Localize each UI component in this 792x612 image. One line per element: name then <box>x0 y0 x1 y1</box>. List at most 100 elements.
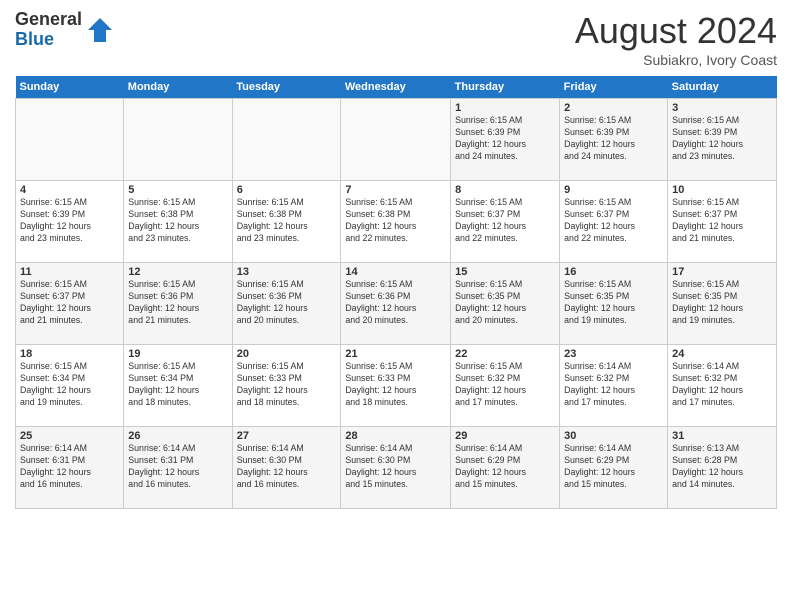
page-header: General Blue August 2024 Subiakro, Ivory… <box>15 10 777 68</box>
day-number: 20 <box>237 348 337 360</box>
day-info: Sunrise: 6:14 AMSunset: 6:32 PMDaylight:… <box>564 361 663 409</box>
table-row <box>232 99 341 181</box>
table-row: 5Sunrise: 6:15 AMSunset: 6:38 PMDaylight… <box>124 181 232 263</box>
day-info: Sunrise: 6:15 AMSunset: 6:36 PMDaylight:… <box>128 279 227 327</box>
day-number: 14 <box>345 266 446 278</box>
day-info: Sunrise: 6:15 AMSunset: 6:39 PMDaylight:… <box>564 115 663 163</box>
day-number: 13 <box>237 266 337 278</box>
table-row: 11Sunrise: 6:15 AMSunset: 6:37 PMDayligh… <box>16 263 124 345</box>
table-row <box>124 99 232 181</box>
calendar-week-row: 1Sunrise: 6:15 AMSunset: 6:39 PMDaylight… <box>16 99 777 181</box>
day-info: Sunrise: 6:15 AMSunset: 6:37 PMDaylight:… <box>20 279 119 327</box>
table-row: 7Sunrise: 6:15 AMSunset: 6:38 PMDaylight… <box>341 181 451 263</box>
header-monday: Monday <box>124 76 232 99</box>
table-row <box>341 99 451 181</box>
table-row: 17Sunrise: 6:15 AMSunset: 6:35 PMDayligh… <box>668 263 777 345</box>
day-info: Sunrise: 6:13 AMSunset: 6:28 PMDaylight:… <box>672 443 772 491</box>
table-row: 30Sunrise: 6:14 AMSunset: 6:29 PMDayligh… <box>560 427 668 509</box>
day-info: Sunrise: 6:15 AMSunset: 6:39 PMDaylight:… <box>672 115 772 163</box>
table-row: 23Sunrise: 6:14 AMSunset: 6:32 PMDayligh… <box>560 345 668 427</box>
title-block: August 2024 Subiakro, Ivory Coast <box>575 10 777 68</box>
logo-blue: Blue <box>15 30 82 50</box>
table-row: 16Sunrise: 6:15 AMSunset: 6:35 PMDayligh… <box>560 263 668 345</box>
header-sunday: Sunday <box>16 76 124 99</box>
day-number: 16 <box>564 266 663 278</box>
month-year: August 2024 <box>575 10 777 52</box>
day-info: Sunrise: 6:14 AMSunset: 6:30 PMDaylight:… <box>237 443 337 491</box>
table-row: 8Sunrise: 6:15 AMSunset: 6:37 PMDaylight… <box>451 181 560 263</box>
table-row: 1Sunrise: 6:15 AMSunset: 6:39 PMDaylight… <box>451 99 560 181</box>
day-number: 9 <box>564 184 663 196</box>
day-info: Sunrise: 6:14 AMSunset: 6:30 PMDaylight:… <box>345 443 446 491</box>
table-row: 29Sunrise: 6:14 AMSunset: 6:29 PMDayligh… <box>451 427 560 509</box>
header-friday: Friday <box>560 76 668 99</box>
table-row: 6Sunrise: 6:15 AMSunset: 6:38 PMDaylight… <box>232 181 341 263</box>
table-row: 15Sunrise: 6:15 AMSunset: 6:35 PMDayligh… <box>451 263 560 345</box>
day-info: Sunrise: 6:15 AMSunset: 6:35 PMDaylight:… <box>564 279 663 327</box>
table-row: 12Sunrise: 6:15 AMSunset: 6:36 PMDayligh… <box>124 263 232 345</box>
day-info: Sunrise: 6:15 AMSunset: 6:36 PMDaylight:… <box>237 279 337 327</box>
day-info: Sunrise: 6:15 AMSunset: 6:38 PMDaylight:… <box>345 197 446 245</box>
day-number: 19 <box>128 348 227 360</box>
day-info: Sunrise: 6:15 AMSunset: 6:34 PMDaylight:… <box>20 361 119 409</box>
table-row: 2Sunrise: 6:15 AMSunset: 6:39 PMDaylight… <box>560 99 668 181</box>
day-number: 28 <box>345 430 446 442</box>
day-number: 24 <box>672 348 772 360</box>
day-number: 23 <box>564 348 663 360</box>
table-row <box>16 99 124 181</box>
table-row: 14Sunrise: 6:15 AMSunset: 6:36 PMDayligh… <box>341 263 451 345</box>
day-info: Sunrise: 6:14 AMSunset: 6:31 PMDaylight:… <box>20 443 119 491</box>
day-number: 8 <box>455 184 555 196</box>
day-number: 21 <box>345 348 446 360</box>
day-number: 26 <box>128 430 227 442</box>
day-number: 6 <box>237 184 337 196</box>
day-info: Sunrise: 6:15 AMSunset: 6:37 PMDaylight:… <box>564 197 663 245</box>
day-number: 5 <box>128 184 227 196</box>
table-row: 31Sunrise: 6:13 AMSunset: 6:28 PMDayligh… <box>668 427 777 509</box>
day-number: 7 <box>345 184 446 196</box>
day-number: 18 <box>20 348 119 360</box>
day-info: Sunrise: 6:14 AMSunset: 6:29 PMDaylight:… <box>455 443 555 491</box>
day-number: 4 <box>20 184 119 196</box>
day-number: 30 <box>564 430 663 442</box>
calendar-week-row: 4Sunrise: 6:15 AMSunset: 6:39 PMDaylight… <box>16 181 777 263</box>
day-number: 25 <box>20 430 119 442</box>
day-number: 1 <box>455 102 555 114</box>
calendar-week-row: 18Sunrise: 6:15 AMSunset: 6:34 PMDayligh… <box>16 345 777 427</box>
day-info: Sunrise: 6:15 AMSunset: 6:38 PMDaylight:… <box>237 197 337 245</box>
page-container: General Blue August 2024 Subiakro, Ivory… <box>0 0 792 514</box>
table-row: 4Sunrise: 6:15 AMSunset: 6:39 PMDaylight… <box>16 181 124 263</box>
day-info: Sunrise: 6:15 AMSunset: 6:39 PMDaylight:… <box>455 115 555 163</box>
table-row: 26Sunrise: 6:14 AMSunset: 6:31 PMDayligh… <box>124 427 232 509</box>
day-info: Sunrise: 6:15 AMSunset: 6:33 PMDaylight:… <box>237 361 337 409</box>
day-number: 22 <box>455 348 555 360</box>
calendar-week-row: 11Sunrise: 6:15 AMSunset: 6:37 PMDayligh… <box>16 263 777 345</box>
day-info: Sunrise: 6:15 AMSunset: 6:35 PMDaylight:… <box>672 279 772 327</box>
day-number: 12 <box>128 266 227 278</box>
table-row: 18Sunrise: 6:15 AMSunset: 6:34 PMDayligh… <box>16 345 124 427</box>
day-number: 2 <box>564 102 663 114</box>
table-row: 25Sunrise: 6:14 AMSunset: 6:31 PMDayligh… <box>16 427 124 509</box>
day-info: Sunrise: 6:15 AMSunset: 6:37 PMDaylight:… <box>672 197 772 245</box>
day-info: Sunrise: 6:15 AMSunset: 6:37 PMDaylight:… <box>455 197 555 245</box>
day-info: Sunrise: 6:14 AMSunset: 6:32 PMDaylight:… <box>672 361 772 409</box>
header-wednesday: Wednesday <box>341 76 451 99</box>
day-number: 10 <box>672 184 772 196</box>
day-info: Sunrise: 6:14 AMSunset: 6:31 PMDaylight:… <box>128 443 227 491</box>
day-number: 31 <box>672 430 772 442</box>
table-row: 3Sunrise: 6:15 AMSunset: 6:39 PMDaylight… <box>668 99 777 181</box>
day-number: 3 <box>672 102 772 114</box>
table-row: 19Sunrise: 6:15 AMSunset: 6:34 PMDayligh… <box>124 345 232 427</box>
calendar-week-row: 25Sunrise: 6:14 AMSunset: 6:31 PMDayligh… <box>16 427 777 509</box>
day-info: Sunrise: 6:14 AMSunset: 6:29 PMDaylight:… <box>564 443 663 491</box>
table-row: 22Sunrise: 6:15 AMSunset: 6:32 PMDayligh… <box>451 345 560 427</box>
table-row: 27Sunrise: 6:14 AMSunset: 6:30 PMDayligh… <box>232 427 341 509</box>
table-row: 9Sunrise: 6:15 AMSunset: 6:37 PMDaylight… <box>560 181 668 263</box>
day-number: 17 <box>672 266 772 278</box>
table-row: 21Sunrise: 6:15 AMSunset: 6:33 PMDayligh… <box>341 345 451 427</box>
day-info: Sunrise: 6:15 AMSunset: 6:34 PMDaylight:… <box>128 361 227 409</box>
day-info: Sunrise: 6:15 AMSunset: 6:35 PMDaylight:… <box>455 279 555 327</box>
logo-general: General <box>15 10 82 30</box>
calendar-table: Sunday Monday Tuesday Wednesday Thursday… <box>15 76 777 509</box>
day-number: 27 <box>237 430 337 442</box>
